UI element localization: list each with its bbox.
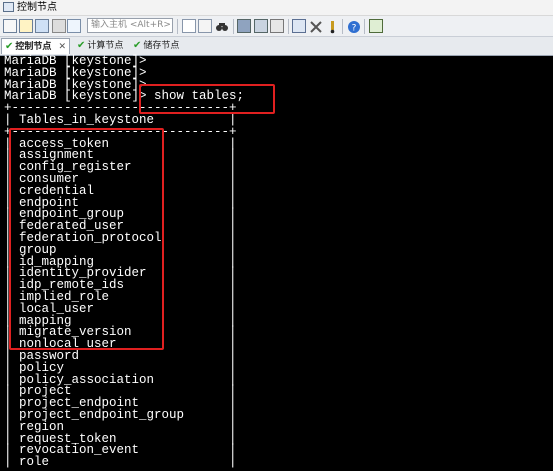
connected-check-icon: ✔ bbox=[77, 40, 86, 51]
tab-compute-node[interactable]: ✔ 计算节点 bbox=[74, 38, 133, 54]
tab-label: 计算节点 bbox=[87, 41, 124, 51]
connected-check-icon: ✔ bbox=[133, 40, 142, 51]
toolbar-separator bbox=[177, 19, 178, 34]
window-title: 控制节点 bbox=[17, 2, 57, 13]
toolbar: 输入主机 <Alt+R> ? bbox=[0, 16, 553, 37]
host-input[interactable]: 输入主机 <Alt+R> bbox=[87, 18, 173, 33]
tab-control-node[interactable]: ✔ 控制节点 ✕ bbox=[1, 38, 70, 54]
tools-icon[interactable] bbox=[309, 19, 323, 33]
print-icon[interactable] bbox=[270, 19, 284, 33]
tab-label: 储存节点 bbox=[143, 41, 180, 51]
session-manager-icon[interactable] bbox=[67, 19, 81, 33]
keymap-icon[interactable] bbox=[325, 19, 339, 34]
copy-icon[interactable] bbox=[182, 19, 196, 33]
reconnect-icon[interactable] bbox=[35, 19, 49, 33]
terminal-line: | role | bbox=[4, 455, 237, 470]
new-window-icon[interactable] bbox=[237, 19, 251, 33]
command-highlight-box bbox=[139, 84, 275, 114]
sftp-icon[interactable] bbox=[292, 19, 306, 33]
svg-text:?: ? bbox=[352, 24, 357, 34]
table-list-highlight-box bbox=[9, 128, 164, 350]
app-icon bbox=[3, 2, 14, 12]
tab-storage-node[interactable]: ✔ 储存节点 bbox=[130, 38, 193, 54]
toolbar-separator bbox=[233, 19, 234, 34]
options-icon[interactable] bbox=[369, 19, 383, 33]
open-session-icon[interactable] bbox=[19, 19, 33, 33]
disconnect-icon[interactable] bbox=[52, 19, 66, 33]
toolbar-separator bbox=[288, 19, 289, 34]
find-icon[interactable] bbox=[215, 19, 229, 33]
tab-label: 控制节点 bbox=[15, 42, 52, 52]
close-tab-icon[interactable]: ✕ bbox=[58, 39, 66, 55]
help-icon[interactable]: ? bbox=[347, 19, 361, 34]
toolbar-separator bbox=[364, 19, 365, 34]
title-bar: 控制节点 bbox=[0, 0, 553, 16]
new-session-icon[interactable] bbox=[3, 19, 17, 33]
log-icon[interactable] bbox=[254, 19, 268, 33]
paste-icon[interactable] bbox=[198, 19, 212, 33]
toolbar-separator bbox=[342, 19, 343, 34]
connected-check-icon: ✔ bbox=[5, 41, 14, 52]
terminal-output[interactable]: MariaDB [keystone]> MariaDB [keystone]> … bbox=[0, 55, 553, 471]
